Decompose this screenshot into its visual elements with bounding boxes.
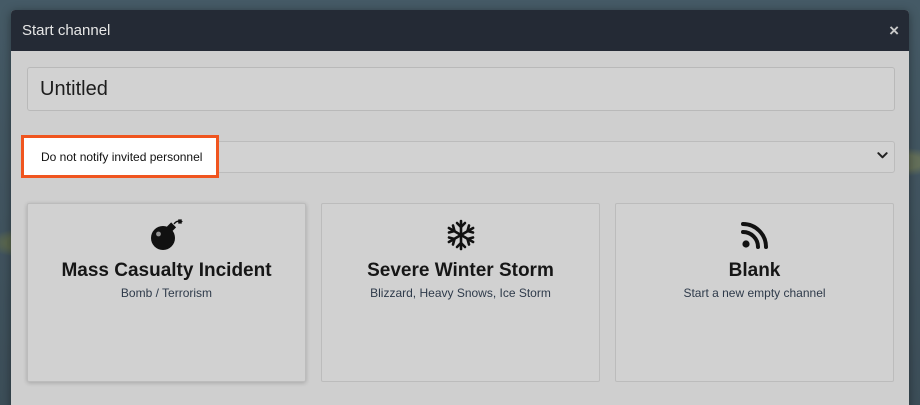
template-subtitle: Start a new empty channel xyxy=(683,286,826,300)
bomb-icon xyxy=(149,218,185,252)
close-icon[interactable]: × xyxy=(889,22,899,39)
template-title: Severe Winter Storm xyxy=(367,260,554,281)
modal-title: Start channel xyxy=(22,22,111,39)
modal-body: Do not notify invited personnel Mass Cas… xyxy=(11,51,909,382)
rss-icon xyxy=(740,218,769,252)
notify-selected-option: Do not notify invited personnel xyxy=(41,149,203,164)
start-channel-modal: Start channel × Do not notify invited pe… xyxy=(11,10,909,405)
template-card-blank[interactable]: Blank Start a new empty channel xyxy=(615,203,894,382)
template-subtitle: Bomb / Terrorism xyxy=(120,286,213,300)
notify-select-row: Do not notify invited personnel xyxy=(21,135,895,178)
modal-header: Start channel × xyxy=(11,10,909,51)
template-card-mass-casualty[interactable]: Mass Casualty Incident Bomb / Terrorism xyxy=(27,203,306,382)
template-cards: Mass Casualty Incident Bomb / Terrorism xyxy=(27,203,894,382)
notify-selected-option-highlight[interactable]: Do not notify invited personnel xyxy=(21,135,219,178)
template-card-winter-storm[interactable]: Severe Winter Storm Blizzard, Heavy Snow… xyxy=(321,203,600,382)
channel-name-input[interactable] xyxy=(27,67,895,111)
snowflake-icon xyxy=(445,218,477,252)
template-title: Mass Casualty Incident xyxy=(61,260,272,281)
template-title: Blank xyxy=(728,260,781,281)
template-subtitle: Blizzard, Heavy Snows, Ice Storm xyxy=(370,286,551,300)
chevron-down-icon xyxy=(877,149,888,164)
